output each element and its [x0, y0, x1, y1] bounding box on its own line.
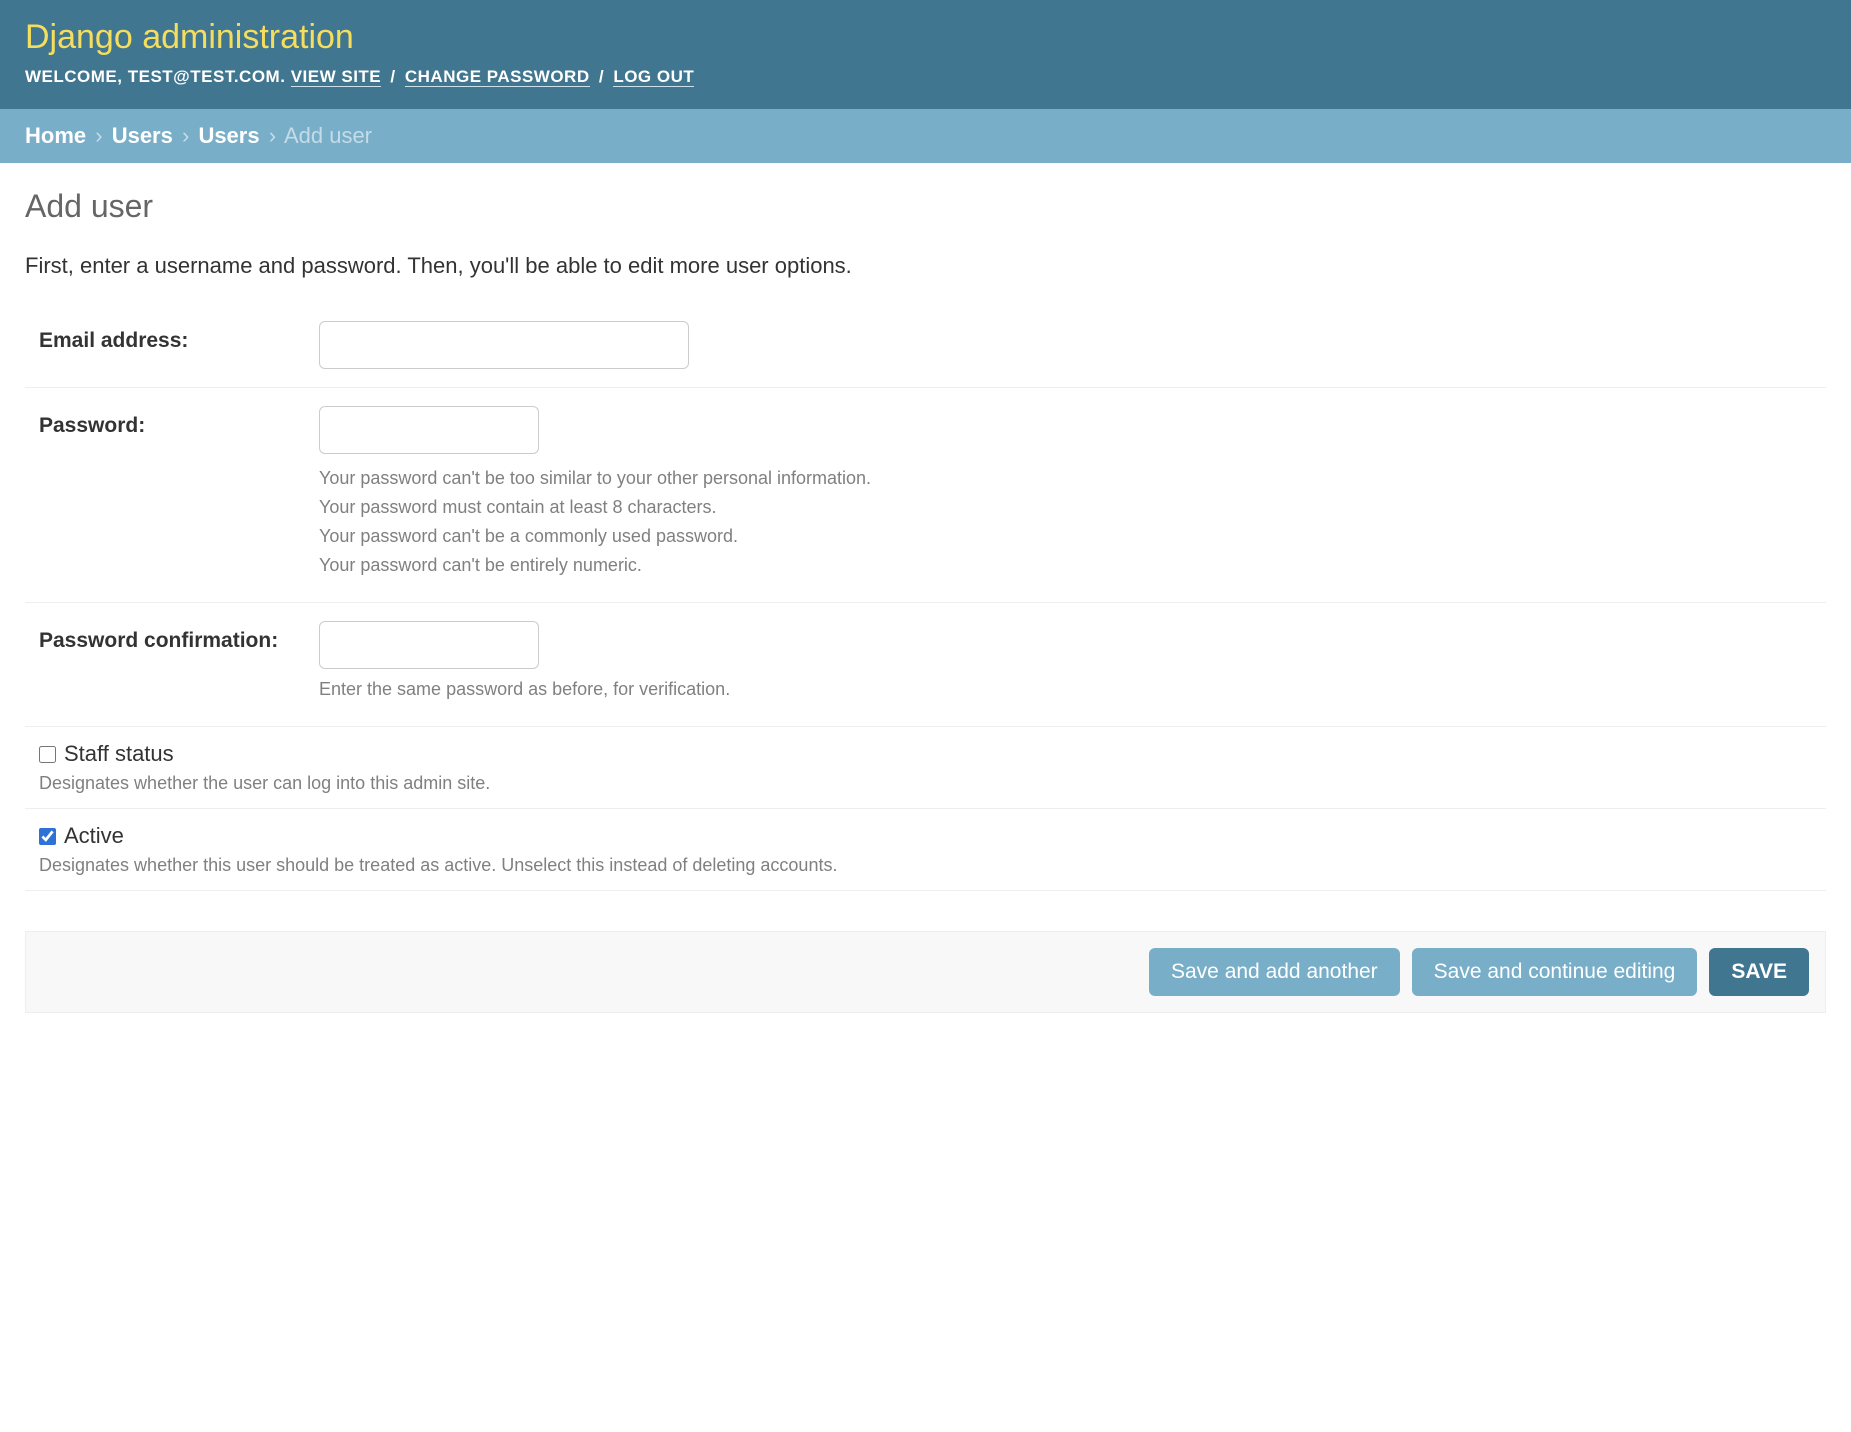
password-confirm-label: Password confirmation: [39, 621, 319, 653]
password-help-item: Your password must contain at least 8 ch… [319, 497, 1826, 518]
breadcrumb-current: Add user [284, 123, 372, 148]
page-intro: First, enter a username and password. Th… [25, 253, 1826, 279]
form-row-active: Active Designates whether this user shou… [25, 809, 1826, 891]
breadcrumb-sep: › [269, 123, 276, 148]
save-add-another-button[interactable]: Save and add another [1149, 948, 1400, 996]
breadcrumb-model[interactable]: Users [198, 123, 259, 148]
breadcrumb-home[interactable]: Home [25, 123, 86, 148]
password-help-item: Your password can't be entirely numeric. [319, 555, 1826, 576]
active-help: Designates whether this user should be t… [39, 855, 1826, 876]
site-title: Django administration [25, 18, 1826, 57]
email-field[interactable] [319, 321, 689, 369]
change-password-link[interactable]: CHANGE PASSWORD [405, 67, 590, 87]
form-row-staff: Staff status Designates whether the user… [25, 727, 1826, 809]
save-continue-button[interactable]: Save and continue editing [1412, 948, 1698, 996]
breadcrumb-app[interactable]: Users [112, 123, 173, 148]
password-help-list: Your password can't be too similar to yo… [319, 468, 1826, 576]
staff-status-label: Staff status [64, 741, 174, 767]
staff-status-help: Designates whether the user can log into… [39, 773, 1826, 794]
password-confirm-field[interactable] [319, 621, 539, 669]
active-checkbox[interactable] [39, 828, 56, 845]
password-help-item: Your password can't be too similar to yo… [319, 468, 1826, 489]
dot: . [280, 67, 285, 86]
breadcrumb-sep: › [182, 123, 189, 148]
user-tools: WELCOME, TEST@TEST.COM. VIEW SITE / CHAN… [25, 67, 1826, 87]
header: Django administration WELCOME, TEST@TEST… [0, 0, 1851, 109]
password-label: Password: [39, 406, 319, 438]
password-field[interactable] [319, 406, 539, 454]
form-row-password-confirm: Password confirmation: Enter the same pa… [25, 603, 1826, 727]
username: TEST@TEST.COM [128, 67, 280, 86]
form-row-email: Email address: [25, 303, 1826, 388]
page-title: Add user [25, 188, 1826, 225]
logout-link[interactable]: LOG OUT [613, 67, 694, 87]
form-row-password: Password: Your password can't be too sim… [25, 388, 1826, 603]
content: Add user First, enter a username and pas… [0, 163, 1851, 1053]
view-site-link[interactable]: VIEW SITE [291, 67, 381, 87]
submit-row: Save and add another Save and continue e… [25, 931, 1826, 1013]
staff-status-checkbox[interactable] [39, 746, 56, 763]
password-confirm-help: Enter the same password as before, for v… [319, 679, 1826, 700]
save-button[interactable]: SAVE [1709, 948, 1809, 996]
active-label: Active [64, 823, 124, 849]
password-help-item: Your password can't be a commonly used p… [319, 526, 1826, 547]
separator: / [390, 67, 395, 86]
breadcrumb-sep: › [95, 123, 102, 148]
welcome-label: WELCOME, [25, 67, 123, 86]
separator: / [599, 67, 604, 86]
breadcrumb: Home › Users › Users › Add user [0, 109, 1851, 163]
email-label: Email address: [39, 321, 319, 353]
